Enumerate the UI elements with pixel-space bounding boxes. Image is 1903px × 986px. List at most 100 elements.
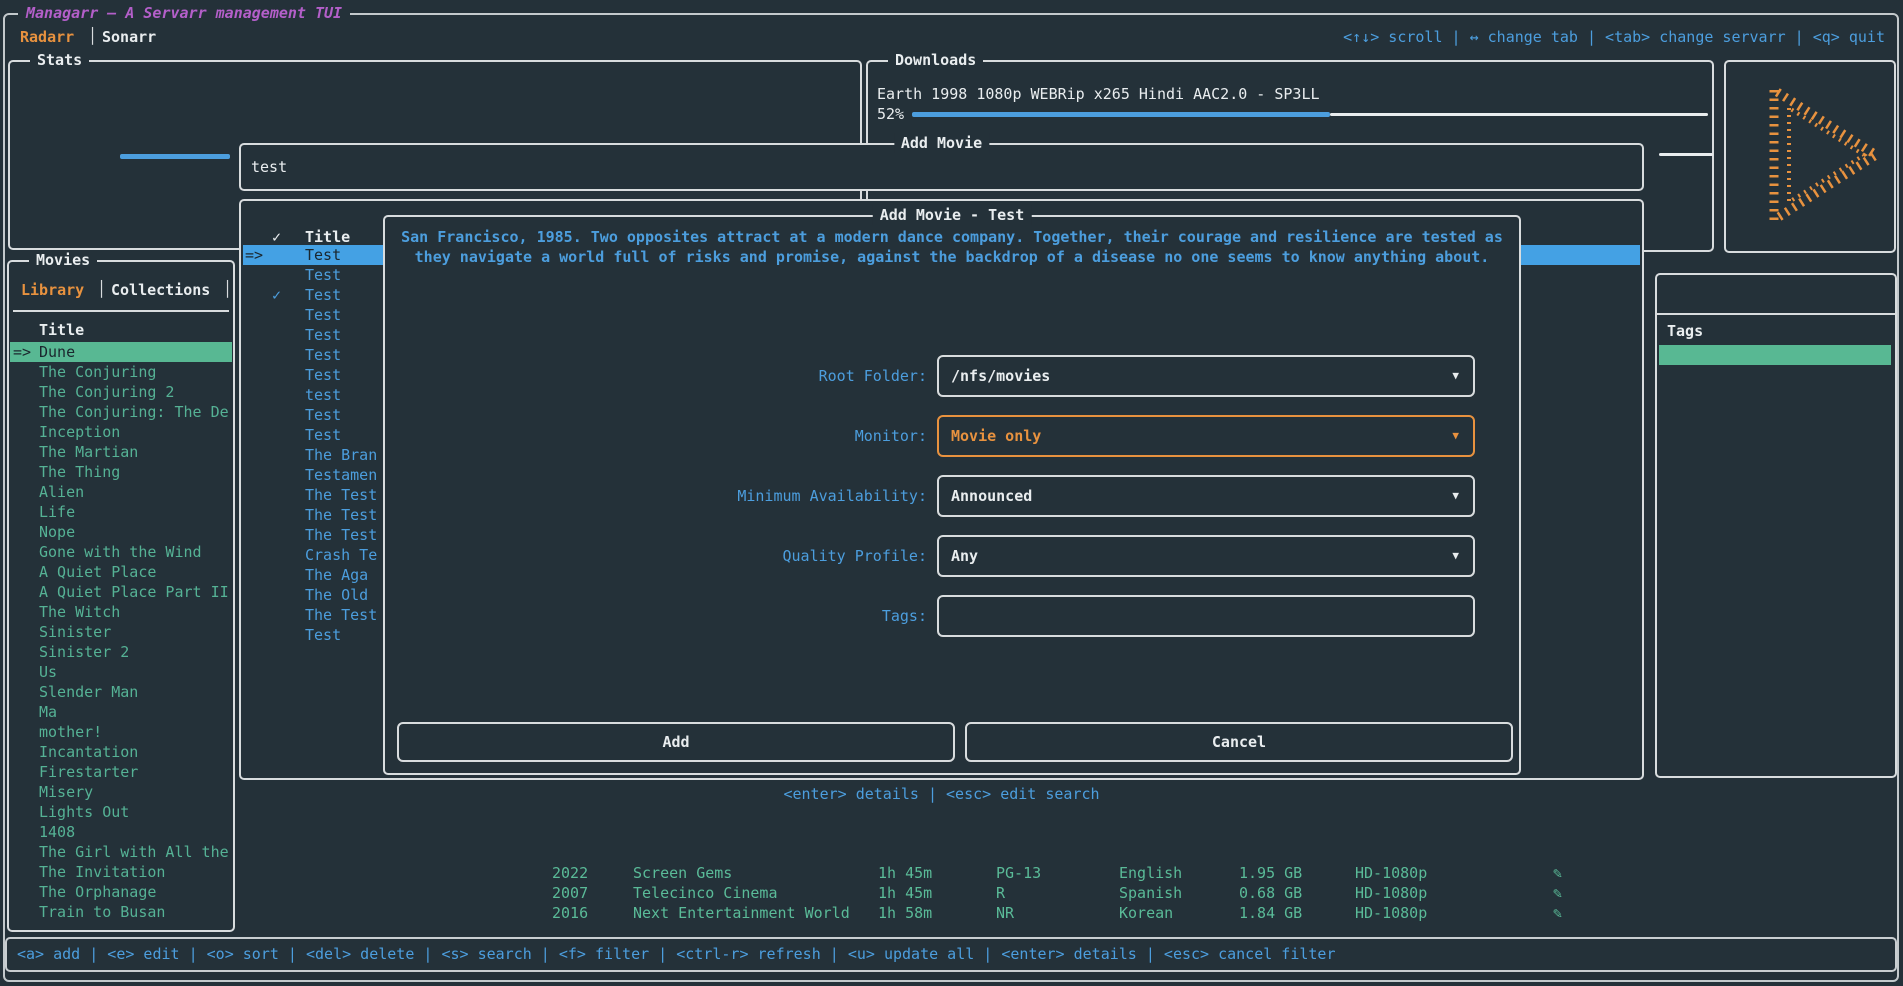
field-value: Any [951, 537, 978, 575]
movie-list-item[interactable]: The Conjuring 2 [10, 382, 232, 402]
movie-table-row[interactable]: 2022 Screen Gems 1h 45m PG-13 English 1.… [540, 863, 1690, 883]
chevron-down-icon: ▼ [1452, 550, 1459, 561]
movie-title: Sinister [39, 622, 111, 642]
movie-table-row[interactable]: 2007 Telecinco Cinema 1h 45m R Spanish 0… [540, 883, 1690, 903]
movie-title: Firestarter [39, 762, 138, 782]
field-select-box[interactable]: Movie only ▼ [937, 415, 1475, 457]
movie-title: A Quiet Place [39, 562, 156, 582]
movie-runtime: 1h 58m [878, 903, 932, 923]
movie-list-item[interactable]: Misery [10, 782, 232, 802]
top-keybind-hints: <↑↓> scroll | ↔ change tab | <tab> chang… [1343, 27, 1885, 47]
movie-list-item[interactable]: Slender Man [10, 682, 232, 702]
field-select-box[interactable]: Any ▼ [937, 535, 1475, 577]
form-field[interactable]: Minimum Availability: Announced ▼ [385, 475, 1519, 535]
movie-list-item[interactable]: The Orphanage [10, 882, 232, 902]
selected-tag-row[interactable] [1659, 345, 1891, 365]
movie-certification: R [996, 883, 1005, 903]
tab-sonarr[interactable]: Sonarr [102, 27, 156, 47]
movie-year: 2007 [552, 883, 588, 903]
movie-title: The Orphanage [39, 882, 156, 902]
movie-list-item[interactable]: => Dune [10, 342, 232, 362]
movie-title: Incantation [39, 742, 138, 762]
managarr-logo-panel [1724, 60, 1896, 253]
movie-list-item[interactable]: The Conjuring: The De [10, 402, 232, 422]
field-label: Root Folder: [399, 355, 927, 397]
tab-collections[interactable]: Collections [111, 280, 210, 300]
movie-list-item[interactable]: Sinister [10, 622, 232, 642]
movie-list-item[interactable]: The Martian [10, 442, 232, 462]
add-movie-modal: Add Movie - Test San Francisco, 1985. Tw… [383, 215, 1521, 775]
result-title: Test [305, 345, 341, 365]
form-field[interactable]: Tags: [385, 595, 1519, 655]
chevron-down-icon: ▼ [1452, 370, 1459, 381]
download-item[interactable]: Earth 1998 1080p WEBRip x265 Hindi AAC2.… [877, 84, 1320, 104]
movie-title: Sinister 2 [39, 642, 129, 662]
tab-divider: │ [88, 26, 97, 46]
movie-list-item[interactable]: A Quiet Place Part II [10, 582, 232, 602]
movie-list-item[interactable]: Firestarter [10, 762, 232, 782]
movie-list-item[interactable]: Inception [10, 422, 232, 442]
field-select-box[interactable]: /nfs/movies ▼ [937, 355, 1475, 397]
app-title: Managarr – A Servarr management TUI [18, 3, 350, 23]
form-field[interactable]: Quality Profile: Any ▼ [385, 535, 1519, 595]
movie-list-item[interactable]: A Quiet Place [10, 562, 232, 582]
stats-title: Stats [30, 50, 89, 70]
movie-list-item[interactable]: Nope [10, 522, 232, 542]
movie-certification: NR [996, 903, 1014, 923]
movie-list-item[interactable]: Train to Busan [10, 902, 232, 922]
movie-title: Gone with the Wind [39, 542, 202, 562]
movie-list-item[interactable]: 1408 [10, 822, 232, 842]
result-title: Test [305, 425, 341, 445]
form-field[interactable]: Monitor: Movie only ▼ [385, 415, 1519, 475]
movie-list-item[interactable]: Lights Out [10, 802, 232, 822]
movie-list-item[interactable]: Incantation [10, 742, 232, 762]
tags-title: Tags [1667, 321, 1703, 341]
modal-keybind-hint: <enter> details | <esc> edit search [239, 784, 1644, 804]
movie-list-item[interactable]: Us [10, 662, 232, 682]
movie-list-item[interactable]: Alien [10, 482, 232, 502]
results-title-header: Title [305, 227, 350, 247]
tab-radarr[interactable]: Radarr [20, 27, 74, 47]
movie-title: The Thing [39, 462, 120, 482]
result-title: test [305, 385, 341, 405]
add-button[interactable]: Add [397, 722, 955, 762]
edit-icon[interactable]: ✎ [1553, 903, 1562, 923]
library-tab-divider: │ [97, 279, 106, 299]
movie-list-item[interactable]: Life [10, 502, 232, 522]
result-title: Test [305, 285, 341, 305]
movie-list-item[interactable]: mother! [10, 722, 232, 742]
movie-overview-line2: they navigate a world full of risks and … [397, 247, 1507, 267]
movie-list-item[interactable]: The Witch [10, 602, 232, 622]
movie-list-item[interactable]: Ma [10, 702, 232, 722]
download-progress-remainder [1330, 113, 1708, 116]
movie-list-item[interactable]: Sinister 2 [10, 642, 232, 662]
field-select-box[interactable]: Announced ▼ [937, 475, 1475, 517]
download-percent: 52% [877, 104, 904, 124]
form-field[interactable]: Root Folder: /nfs/movies ▼ [385, 355, 1519, 415]
movie-list-item[interactable]: Gone with the Wind [10, 542, 232, 562]
field-select-box[interactable] [937, 595, 1475, 637]
edit-icon[interactable]: ✎ [1553, 863, 1562, 883]
movie-title: Inception [39, 422, 120, 442]
bottom-keybind-bar: <a> add | <e> edit | <o> sort | <del> de… [5, 937, 1897, 972]
movies-title: Movies [29, 250, 97, 270]
result-title: Test [305, 365, 341, 385]
movie-runtime: 1h 45m [878, 863, 932, 883]
movie-title: A Quiet Place Part II [39, 582, 229, 602]
edit-icon[interactable]: ✎ [1553, 883, 1562, 903]
movie-list-item[interactable]: The Thing [10, 462, 232, 482]
movie-language: Spanish [1119, 883, 1182, 903]
movie-quality: HD-1080p [1355, 903, 1427, 923]
movie-list-item[interactable]: The Invitation [10, 862, 232, 882]
movie-list-item[interactable]: The Girl with All the [10, 842, 232, 862]
chevron-down-icon: ▼ [1452, 490, 1459, 501]
movie-size: 1.95 GB [1239, 863, 1302, 883]
result-title: Test [305, 625, 341, 645]
movie-list-item[interactable]: The Conjuring [10, 362, 232, 382]
add-movie-search-panel: Add Movie test [239, 143, 1644, 191]
tab-library[interactable]: Library [21, 280, 84, 300]
cancel-button[interactable]: Cancel [965, 722, 1513, 762]
movie-table-row[interactable]: 2016 Next Entertainment World 1h 58m NR … [540, 903, 1690, 923]
movie-search-input[interactable]: test [251, 145, 287, 189]
movies-panel: Movies Library │ Collections │ Title => … [7, 260, 235, 932]
